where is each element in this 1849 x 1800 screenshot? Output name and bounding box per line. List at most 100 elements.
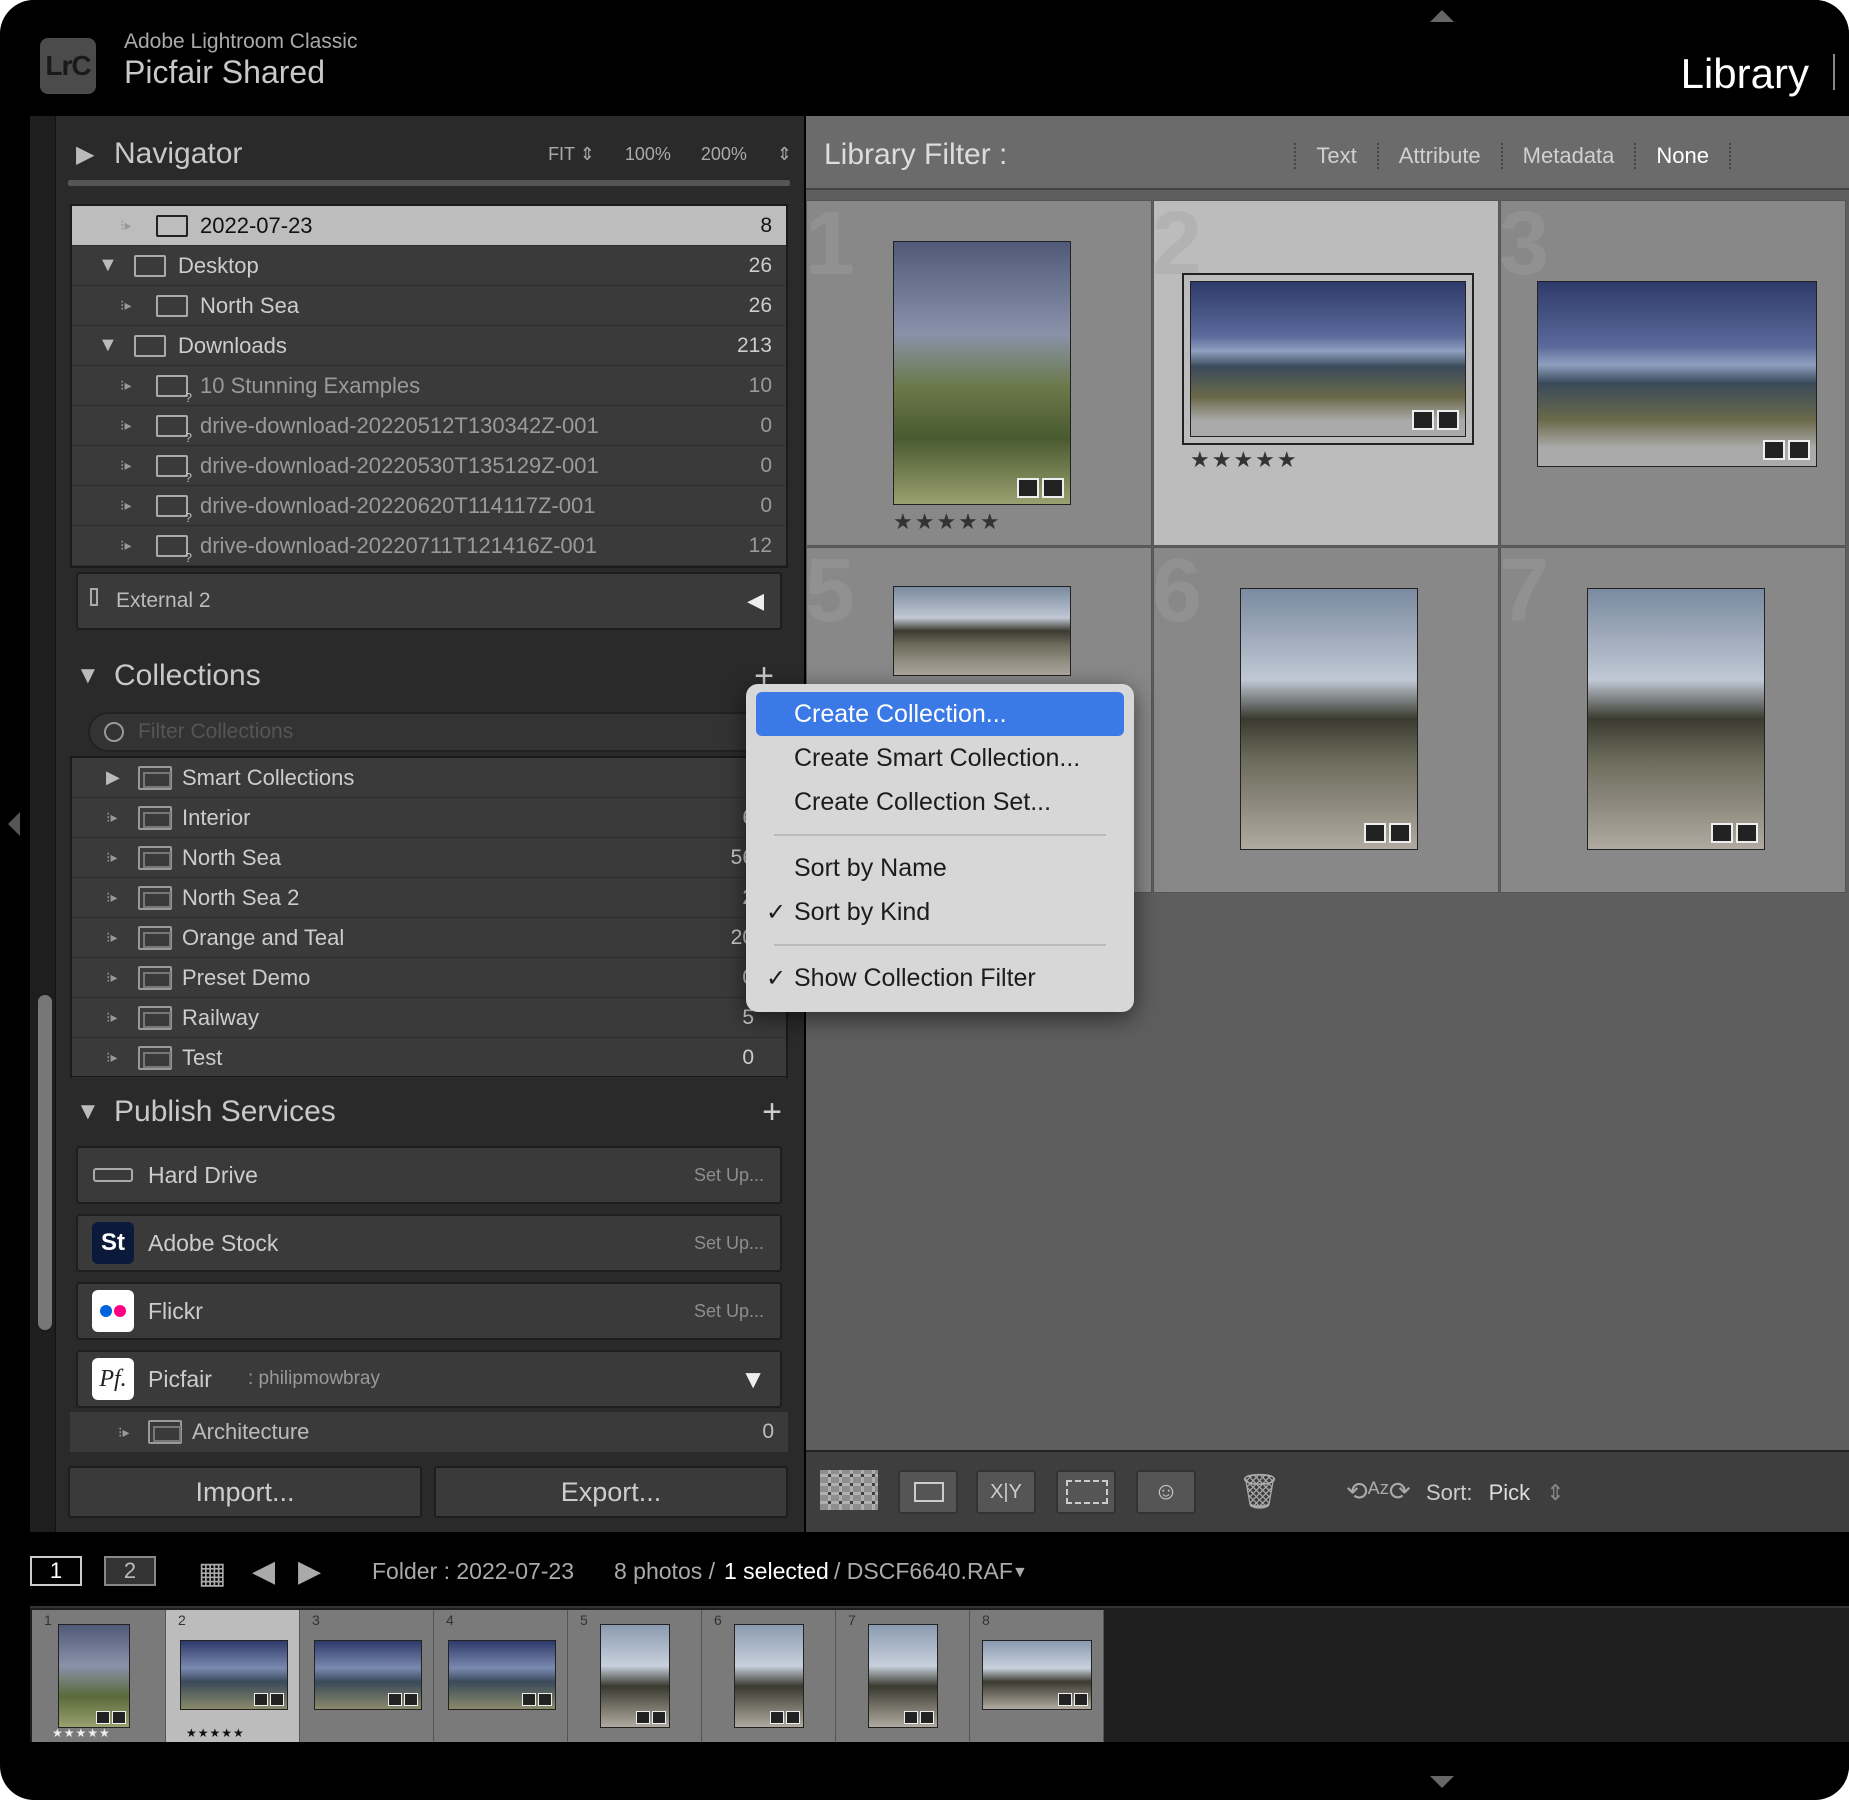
filter-metadata[interactable]: Metadata bbox=[1500, 143, 1635, 169]
sort-control[interactable]: Sort: Pick ⇕ bbox=[1426, 1480, 1565, 1506]
photo-thumbnail[interactable] bbox=[1182, 273, 1474, 445]
disclosure-icon[interactable]: ⁝▸ bbox=[106, 889, 117, 906]
collapse-top-arrow-icon[interactable] bbox=[1430, 10, 1454, 22]
filter-attribute[interactable]: Attribute bbox=[1376, 143, 1501, 169]
disclosure-icon[interactable]: ⁝▸ bbox=[106, 849, 117, 866]
menu-sort-by-kind[interactable]: ✓ Sort by Kind bbox=[756, 890, 1124, 934]
menu-create-collection[interactable]: Create Collection... bbox=[756, 692, 1124, 736]
disclosure-icon[interactable]: ⁝▸ bbox=[120, 417, 131, 434]
grid-cell[interactable]: 1 ★★★★★ bbox=[805, 194, 1152, 546]
people-view-icon[interactable]: ☺ bbox=[1136, 1470, 1196, 1514]
folder-row[interactable]: ⁝▸ drive-download-20220620T114117Z-001 0 bbox=[72, 486, 786, 526]
survey-view-icon[interactable] bbox=[1056, 1470, 1116, 1514]
metadata-badge-icon[interactable] bbox=[1017, 478, 1064, 498]
folder-row[interactable]: ▼ Downloads 213 bbox=[72, 326, 786, 366]
module-library[interactable]: Library bbox=[1681, 50, 1809, 98]
filter-none[interactable]: None bbox=[1634, 143, 1731, 169]
filmstrip-thumbnail[interactable]: 8 bbox=[970, 1610, 1104, 1742]
forward-arrow-icon[interactable]: ▶ bbox=[298, 1554, 321, 1589]
grid-cell[interactable]: 6 bbox=[1152, 541, 1499, 893]
file-dropdown-icon[interactable]: ▼ bbox=[1012, 1564, 1028, 1582]
collection-row[interactable]: ⁝▸ Test 0 bbox=[72, 1038, 786, 1078]
filmstrip-thumbnail[interactable]: 4 bbox=[434, 1610, 568, 1742]
publish-services-header[interactable]: ▼ Publish Services + bbox=[58, 1076, 804, 1148]
metadata-badge-icon[interactable] bbox=[1711, 823, 1758, 843]
disclosure-icon[interactable]: ⁝▸ bbox=[120, 377, 131, 394]
zoom-more[interactable]: ⇕ bbox=[777, 144, 792, 165]
file-name[interactable]: / DSCF6640.RAF bbox=[834, 1558, 1013, 1585]
filmstrip-photo[interactable] bbox=[180, 1640, 288, 1710]
painter-spray-can-icon[interactable]: 🗑 bbox=[1238, 1472, 1281, 1512]
filmstrip-photo[interactable] bbox=[600, 1624, 670, 1728]
sort-stepper-icon[interactable]: ⇕ bbox=[1546, 1480, 1564, 1505]
disclosure-icon[interactable]: ⁝▸ bbox=[106, 809, 117, 826]
folder-row[interactable]: ⁝▸ drive-download-20220711T121416Z-001 12 bbox=[72, 526, 786, 566]
metadata-badge-icon[interactable] bbox=[1763, 440, 1810, 460]
menu-create-smart-collection[interactable]: Create Smart Collection... bbox=[756, 736, 1124, 780]
folder-row[interactable]: ▼ Desktop 26 bbox=[72, 246, 786, 286]
disclosure-icon[interactable]: ⁝▸ bbox=[120, 537, 131, 554]
collapse-left-arrow-icon[interactable] bbox=[8, 812, 20, 836]
collection-row[interactable]: ⁝▸ North Sea 56 bbox=[72, 838, 786, 878]
import-button[interactable]: Import... bbox=[68, 1466, 422, 1518]
disclosure-icon[interactable]: ⁝▸ bbox=[106, 1049, 117, 1066]
filter-text[interactable]: Text bbox=[1294, 143, 1376, 169]
collapse-bottom-arrow-icon[interactable] bbox=[1430, 1776, 1454, 1788]
menu-sort-by-name[interactable]: Sort by Name bbox=[756, 846, 1124, 890]
grid-cell[interactable]: 7 bbox=[1499, 541, 1846, 893]
disclosure-icon[interactable]: ⁝▸ bbox=[120, 457, 131, 474]
collection-row[interactable]: ⁝▸Preset Demo0 bbox=[72, 958, 786, 998]
disclosure-icon[interactable]: ⁝▸ bbox=[120, 297, 131, 314]
disclosure-icon[interactable]: ⁝▸ bbox=[118, 1424, 129, 1441]
add-publish-service-icon[interactable]: + bbox=[762, 1093, 782, 1132]
collapsed-triangle-icon[interactable]: ▶ bbox=[106, 767, 120, 788]
menu-show-collection-filter[interactable]: ✓ Show Collection Filter bbox=[756, 956, 1124, 1000]
folder-path[interactable]: Folder : 2022-07-23 bbox=[372, 1558, 574, 1585]
zoom-fit[interactable]: FIT ⇕ bbox=[548, 144, 595, 165]
picfair-collection-architecture[interactable]: ⁝▸ Architecture 0 bbox=[70, 1412, 788, 1452]
zoom-100[interactable]: 100% bbox=[625, 144, 671, 165]
setup-link[interactable]: Set Up... bbox=[694, 1165, 764, 1186]
filmstrip-photo[interactable] bbox=[868, 1624, 938, 1728]
folder-row[interactable]: ⁝▸ North Sea 26 bbox=[72, 286, 786, 326]
filmstrip-photo[interactable] bbox=[58, 1624, 130, 1728]
setup-link[interactable]: Set Up... bbox=[694, 1233, 764, 1254]
disclosure-icon[interactable]: ⁝▸ bbox=[120, 217, 131, 234]
filmstrip-thumbnail[interactable]: 2 ★★★★★ bbox=[166, 1610, 300, 1742]
left-panel-scrollbar[interactable] bbox=[38, 995, 52, 1330]
loupe-view-icon[interactable] bbox=[898, 1470, 958, 1514]
menu-create-collection-set[interactable]: Create Collection Set... bbox=[756, 780, 1124, 824]
star-rating[interactable]: ★★★★★ bbox=[1190, 447, 1299, 473]
sort-value[interactable]: Pick bbox=[1489, 1480, 1531, 1505]
collection-row[interactable]: ⁝▸ Orange and Teal 20 bbox=[72, 918, 786, 958]
collections-filter-input[interactable]: Filter Collections bbox=[88, 712, 778, 752]
publish-adobe-stock[interactable]: St Adobe Stock Set Up... bbox=[76, 1214, 782, 1272]
grid-view-icon[interactable] bbox=[820, 1470, 878, 1514]
expanded-triangle-icon[interactable]: ▼ bbox=[76, 1098, 106, 1126]
back-arrow-icon[interactable]: ◀ bbox=[252, 1554, 275, 1589]
setup-link[interactable]: Set Up... bbox=[694, 1301, 764, 1322]
disclosure-icon[interactable]: ⁝▸ bbox=[106, 929, 117, 946]
filmstrip-thumbnail[interactable]: 5 bbox=[568, 1610, 702, 1742]
volume-arrow-icon[interactable]: ◀ bbox=[747, 588, 764, 614]
grid-cell[interactable]: 2 ★★★★★ bbox=[1152, 194, 1499, 546]
window-2-button[interactable]: 2 bbox=[104, 1556, 156, 1586]
filmstrip-thumbnail[interactable]: 3 bbox=[300, 1610, 434, 1742]
smart-collections-set[interactable]: ▶ Smart Collections bbox=[72, 758, 786, 798]
expanded-triangle-icon[interactable]: ▼ bbox=[98, 334, 118, 357]
folder-row[interactable]: ⁝▸ drive-download-20220512T130342Z-001 0 bbox=[72, 406, 786, 446]
filmstrip-thumbnail[interactable]: 6 bbox=[702, 1610, 836, 1742]
grid-cell[interactable]: 3 bbox=[1499, 194, 1846, 546]
metadata-badge-icon[interactable] bbox=[1412, 410, 1459, 430]
collection-row[interactable]: ⁝▸ Railway 5 bbox=[72, 998, 786, 1038]
folder-row[interactable]: ⁝▸ drive-download-20220530T135129Z-001 0 bbox=[72, 446, 786, 486]
star-rating[interactable]: ★★★★★ bbox=[893, 509, 1002, 535]
collection-row[interactable]: ⁝▸Interior6 bbox=[72, 798, 786, 838]
disclosure-icon[interactable]: ⁝▸ bbox=[106, 969, 117, 986]
metadata-badge-icon[interactable] bbox=[1364, 823, 1411, 843]
filmstrip-photo[interactable] bbox=[982, 1640, 1092, 1710]
grid-icon[interactable]: ▦ bbox=[198, 1556, 226, 1591]
filmstrip-thumbnail[interactable]: 1 ★★★★★ bbox=[32, 1610, 166, 1742]
filmstrip-thumbnail[interactable]: 7 bbox=[836, 1610, 970, 1742]
expanded-triangle-icon[interactable]: ▼ bbox=[98, 254, 118, 277]
